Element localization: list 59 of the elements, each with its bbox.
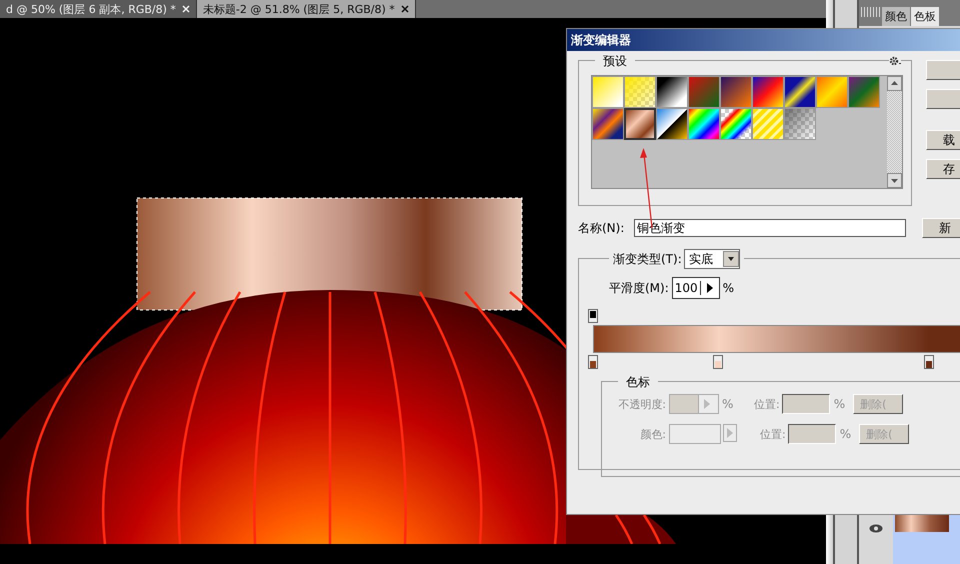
smoothness-label: 平滑度(M): [609,280,669,296]
stop-field-label: 不透明度: [617,396,666,412]
scroll-down-icon[interactable] [887,173,902,188]
color-field[interactable] [669,424,721,444]
percent-label: % [722,281,734,295]
preset-swatch[interactable] [592,76,624,108]
layer-thumbnail[interactable] [895,514,949,532]
preset-swatch[interactable] [720,76,752,108]
type-dropdown[interactable]: 实底 [684,249,740,269]
layer-row[interactable] [893,512,960,564]
group-label: 色标 [618,374,658,391]
color-stop[interactable] [924,355,934,369]
opacity-stop[interactable] [588,309,598,323]
document-tab[interactable]: d @ 50% (图层 6 副本, RGB/8) * [0,0,197,18]
preset-swatch[interactable] [592,108,624,140]
eye-icon[interactable] [869,524,883,533]
color-stop[interactable] [713,355,724,369]
dialog-button[interactable]: 载 [926,130,960,150]
scrollbar[interactable] [887,76,902,188]
gear-icon[interactable] [889,56,901,66]
preset-swatch[interactable] [752,76,784,108]
preset-swatch[interactable] [720,108,752,140]
position-label: 位置: [754,396,780,412]
preset-swatch[interactable] [624,76,656,108]
document-tab[interactable]: 未标题-2 @ 51.8% (图层 5, RGB/8) * [196,0,416,18]
preset-swatch[interactable] [624,108,656,140]
name-field[interactable]: 铜色渐变 [634,219,906,237]
dialog-button[interactable]: 存 [926,159,960,179]
preset-swatch[interactable] [688,76,720,108]
panel-tab[interactable]: 色板 [911,7,939,26]
smoothness-field[interactable]: 100 [672,277,720,299]
name-label: 名称(N): [578,220,626,236]
gradient-bar[interactable] [593,325,960,353]
opacity-field[interactable] [669,394,719,414]
dialog-button[interactable] [926,89,960,109]
dialog-button[interactable] [926,60,960,80]
preset-swatch[interactable] [816,76,848,108]
preset-swatch[interactable] [688,108,720,140]
preset-swatch[interactable] [656,76,688,108]
percent-label: % [834,397,846,411]
position-field[interactable] [788,424,836,444]
preset-swatch[interactable] [752,108,784,140]
position-label: 位置: [760,426,786,442]
group-label: 预设 [595,53,635,70]
position-field[interactable] [782,394,830,414]
type-label: 渐变类型(T): [613,250,682,268]
scroll-up-icon[interactable] [887,76,902,91]
close-icon[interactable] [400,5,409,13]
new-button[interactable]: 新 [922,218,960,238]
dialog-title: 渐变编辑器 [567,29,960,51]
preset-swatch[interactable] [848,76,880,108]
color-stop[interactable] [588,355,598,369]
percent-label: % [840,427,852,441]
preset-swatch[interactable] [784,108,816,140]
preset-swatch[interactable] [784,76,816,108]
preset-swatch[interactable] [656,108,688,140]
panel-tab[interactable]: 颜色 [882,7,910,26]
unit-label: % [722,397,734,411]
stop-field-label: 颜色: [639,426,666,442]
